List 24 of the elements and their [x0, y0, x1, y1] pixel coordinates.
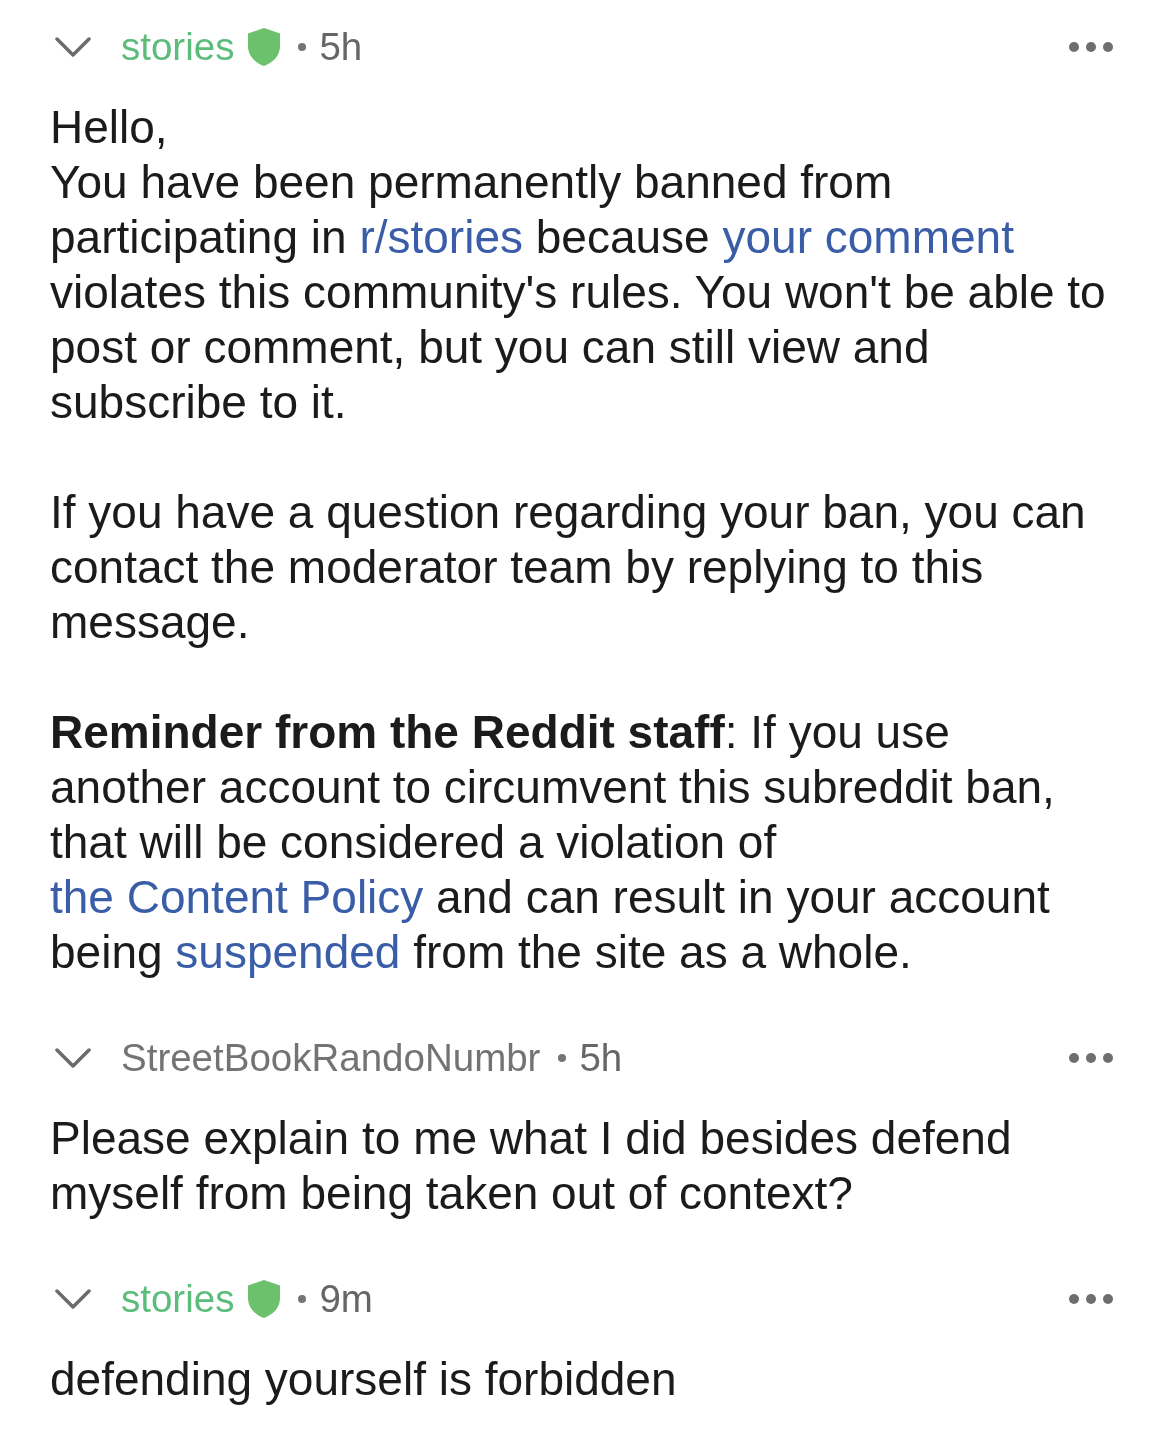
separator-dot-icon — [558, 1054, 567, 1062]
comment-text: Reminder from the Reddit staff: If you use another account to circumvent this subreddit ban, that will be considered a violation of the Content Policy and can result in your account being suspended from the site as a whole. — [50, 705, 1056, 980]
timestamp: 5h — [579, 1035, 623, 1081]
text-link[interactable]: r/stories — [359, 211, 523, 263]
comment-text: Please explain to me what I did besides defend myself from being taken out of context? — [50, 1111, 1013, 1221]
comment-text: Hello, You have been permanently banned from participating in r/stories because your comment violates this community's rules. You won't be able to post or comment, but you can still view and subscribe to it. — [50, 100, 1107, 430]
more-options-icon[interactable] — [1069, 1053, 1113, 1063]
comment-text: defending yourself is forbidden — [50, 1352, 678, 1407]
shield-icon — [248, 28, 281, 66]
more-options-icon[interactable] — [1069, 1294, 1113, 1304]
chevron-down-icon[interactable] — [55, 1048, 91, 1068]
author-name[interactable]: StreetBookRandoNumbr — [121, 1035, 541, 1081]
timestamp: 9m — [319, 1276, 373, 1322]
separator-dot-icon — [298, 43, 307, 51]
more-options-icon[interactable] — [1069, 42, 1113, 52]
text-link[interactable]: your comment — [722, 211, 1014, 263]
text-link[interactable]: suspended — [175, 926, 401, 978]
timestamp: 5h — [319, 24, 363, 70]
chevron-down-icon[interactable] — [55, 1289, 91, 1309]
comment-text: If you have a question regarding your ban, you can contact the moderator team by replying to this message. — [50, 485, 1087, 650]
text-link[interactable]: the Content Policy — [50, 871, 424, 923]
separator-dot-icon — [298, 1295, 307, 1303]
shield-icon — [248, 1280, 281, 1318]
chevron-down-icon[interactable] — [55, 37, 91, 57]
